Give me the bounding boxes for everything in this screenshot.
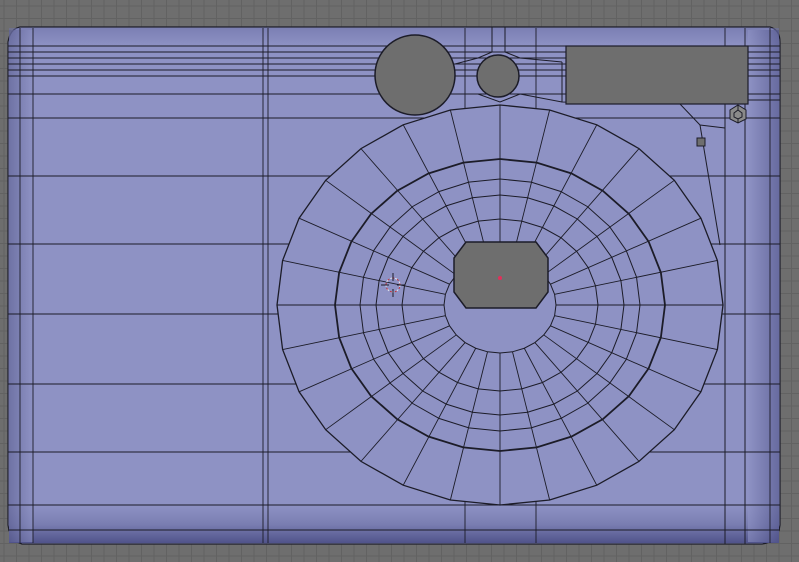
viewfinder-hole[interactable] xyxy=(565,45,749,105)
selected-vertex-square[interactable] xyxy=(696,137,706,147)
object-center-point[interactable] xyxy=(498,276,502,280)
lens-assembly-mesh[interactable] xyxy=(276,104,724,506)
sensor-window-hole[interactable] xyxy=(476,54,520,98)
body-left-bevel xyxy=(9,30,33,542)
viewport-canvas[interactable] xyxy=(0,0,799,562)
lens-aperture-hole[interactable] xyxy=(453,241,549,309)
body-bottom-bevel xyxy=(9,505,779,543)
3d-viewport[interactable] xyxy=(0,0,799,562)
body-right-bevel xyxy=(748,30,779,542)
flash-window-hole[interactable] xyxy=(374,34,456,116)
